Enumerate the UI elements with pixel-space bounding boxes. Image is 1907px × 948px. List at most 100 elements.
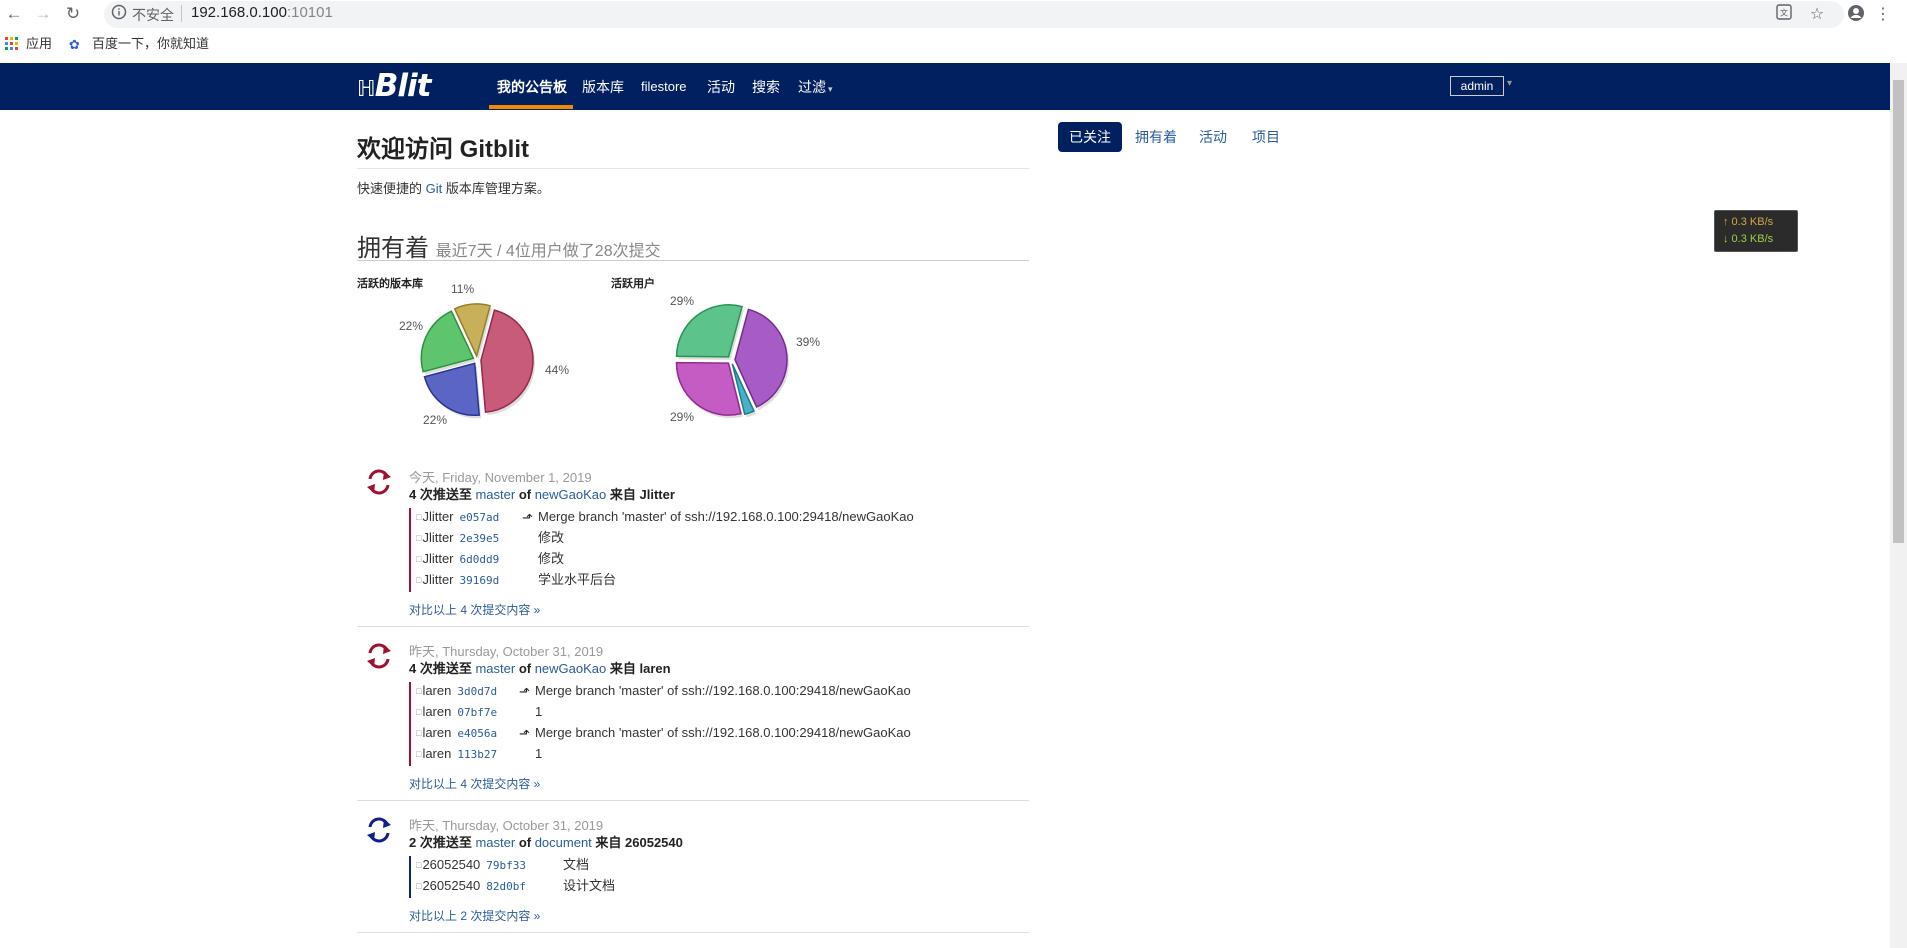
welcome-description: 快速便捷的 Git 版本库管理方案。 [357, 178, 550, 197]
divider [357, 626, 1029, 627]
repo-link[interactable]: newGaoKao [535, 487, 607, 502]
top-navbar [0, 63, 1890, 110]
push-count: 2 次推送至 [409, 835, 476, 850]
tab-owned[interactable]: 拥有着 [1124, 122, 1188, 152]
commit-row: 26052540 79bf33 [416, 856, 526, 874]
nav-filter[interactable]: 过滤 ▾ [798, 77, 833, 99]
pie-slice-0[interactable] [480, 309, 534, 413]
commit-sha-link[interactable]: 39169d [460, 572, 500, 590]
commit-author-avatar: laren [416, 703, 451, 721]
svg-text:文: 文 [1780, 8, 1788, 18]
download-speed: ↓ 0.3 KB/s [1723, 233, 1774, 245]
branch-link[interactable]: master [475, 661, 515, 676]
commit-sha-link[interactable]: 113b27 [457, 746, 497, 764]
pie-label-22-left: 22% [399, 319, 424, 333]
pie-label-29-top: 29% [670, 294, 695, 308]
tab-starred[interactable]: 已关注 [1058, 122, 1122, 152]
forward-arrow-icon[interactable]: → [32, 3, 54, 25]
divider [357, 168, 1029, 169]
commit-sha-link[interactable]: 07bf7e [457, 704, 497, 722]
tab-projects[interactable]: 项目 [1241, 122, 1291, 152]
push-title: 2 次推送至 master of document 来自 26052540 [409, 832, 683, 851]
commit-row: 26052540 82d0bf [416, 877, 526, 895]
compare-commits-link[interactable]: 对比以上 4 次提交内容 » [409, 775, 540, 792]
tab-activity[interactable]: 活动 [1188, 122, 1238, 152]
commit-sha-link[interactable]: 6d0dd9 [460, 551, 500, 569]
compare-commits-link[interactable]: 对比以上 4 次提交内容 » [409, 601, 540, 618]
nav-repositories[interactable]: 版本库 [582, 77, 624, 97]
push-title: 4 次推送至 master of newGaoKao 来自 Jlitter [409, 484, 675, 503]
push-count: 4 次推送至 [409, 487, 476, 502]
gitblit-logo[interactable]: ℍBlit [357, 66, 431, 110]
repo-link[interactable]: newGaoKao [535, 661, 607, 676]
nav-activity[interactable]: 活动 [707, 77, 735, 97]
repo-link[interactable]: document [535, 835, 592, 850]
nav-filestore[interactable]: filestore [641, 77, 687, 97]
push-arrows-icon [364, 815, 394, 845]
translate-icon[interactable]: 文 [1773, 4, 1795, 26]
commit-message[interactable]: 1 [535, 745, 542, 763]
commit-author-avatar: 26052540 [416, 856, 480, 874]
pie-label-11: 11% [451, 282, 475, 296]
commit-author-avatar: Jlitter [416, 529, 453, 547]
commit-message[interactable]: Merge branch 'master' of ssh://192.168.0… [535, 724, 911, 742]
commit-sha-link[interactable]: e057ad [460, 509, 500, 527]
commit-message[interactable]: 1 [535, 703, 542, 721]
page-title: 欢迎访问 Gitblit [357, 136, 529, 163]
merge-icon: ⬏ [519, 684, 530, 699]
branch-link[interactable]: master [475, 835, 515, 850]
scrollbar-thumb[interactable] [1893, 80, 1904, 543]
commit-author-avatar: Jlitter [416, 571, 453, 589]
commit-message[interactable]: 修改 [538, 529, 564, 547]
commit-message[interactable]: Merge branch 'master' of ssh://192.168.0… [538, 508, 914, 526]
commit-author-avatar: laren [416, 682, 451, 700]
push-of: of [515, 661, 535, 676]
branch-link[interactable]: master [475, 487, 515, 502]
commit-sha-link[interactable]: e4056a [457, 725, 497, 743]
section-title: 拥有着 最近7天 / 4位用户做了28次提交 [357, 228, 661, 263]
section-subtitle: 最近7天 / 4位用户做了28次提交 [435, 243, 661, 260]
divider [357, 800, 1029, 801]
desc-text: 版本库管理方案。 [442, 181, 550, 196]
commit-sha-link[interactable]: 3d0d7d [457, 683, 497, 701]
url-port: :10101 [286, 4, 333, 21]
menu-dots-icon[interactable]: ⋮ [1872, 4, 1894, 26]
user-menu-chevron-icon[interactable]: ▾ [1507, 78, 1512, 89]
bookmark-baidu[interactable]: 百度一下，你就知道 [92, 34, 209, 54]
commit-message[interactable]: 修改 [538, 550, 564, 568]
url-host: 192.168.0.100 [191, 4, 287, 21]
info-icon[interactable] [110, 4, 128, 22]
pie-label-22-bottom: 22% [423, 413, 448, 427]
commit-row: Jlitter 6d0dd9 [416, 550, 499, 568]
active-nav-indicator [489, 105, 573, 109]
user-avatar[interactable]: admin [1450, 76, 1504, 96]
push-arrows-icon [364, 467, 394, 497]
commit-row: Jlitter e057ad [416, 508, 499, 526]
merge-icon: ⬏ [519, 726, 530, 741]
address-bar[interactable] [104, 1, 1844, 28]
back-arrow-icon[interactable]: ← [3, 3, 25, 25]
compare-commits-link[interactable]: 对比以上 2 次提交内容 » [409, 907, 540, 924]
commit-message[interactable]: 文档 [563, 856, 589, 874]
apps-grid-icon[interactable] [5, 37, 19, 51]
nav-filter-label: 过滤 [798, 79, 826, 95]
commit-sha-link[interactable]: 82d0bf [486, 878, 526, 896]
reload-icon[interactable]: ↻ [62, 3, 84, 25]
git-link[interactable]: Git [426, 181, 443, 196]
commit-group-bar [409, 682, 411, 766]
commit-message[interactable]: 设计文档 [563, 877, 615, 895]
commit-message[interactable]: Merge branch 'master' of ssh://192.168.0… [535, 682, 911, 700]
nav-my-dashboard[interactable]: 我的公告板 [497, 77, 567, 97]
url-text[interactable]: 192.168.0.100:10101 [191, 4, 333, 21]
account-icon[interactable] [1845, 4, 1867, 26]
bookmark-apps[interactable]: 应用 [26, 34, 52, 54]
commit-row: laren 113b27 [416, 745, 497, 763]
nav-search[interactable]: 搜索 [752, 77, 780, 97]
commit-row: laren 07bf7e [416, 703, 497, 721]
commit-sha-link[interactable]: 79bf33 [486, 857, 526, 875]
bookmark-star-icon[interactable]: ☆ [1806, 4, 1828, 26]
commit-message[interactable]: 学业水平后台 [538, 571, 616, 589]
push-of: of [515, 835, 535, 850]
commit-group-bar [409, 856, 411, 898]
commit-sha-link[interactable]: 2e39e5 [460, 530, 500, 548]
